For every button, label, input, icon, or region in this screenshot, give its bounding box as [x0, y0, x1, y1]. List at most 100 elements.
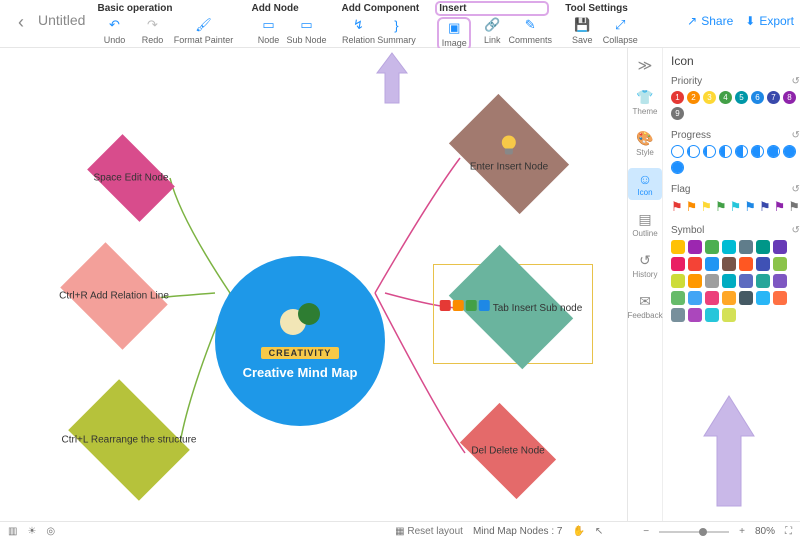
priority-2[interactable]: 2 [687, 91, 700, 104]
node-ctrl-l[interactable]: Ctrl+L Rearrange the structure [79, 404, 179, 476]
center-node[interactable]: CREATIVITY Creative Mind Map [215, 256, 385, 426]
node-enter[interactable]: Enter Insert Node [459, 119, 559, 189]
symbol-31[interactable] [722, 308, 736, 322]
reset-layout-button[interactable]: ▦ Reset layout [395, 526, 463, 537]
priority-5[interactable]: 5 [735, 91, 748, 104]
symbol-21[interactable] [671, 291, 685, 305]
priority-4[interactable]: 4 [719, 91, 732, 104]
node-space-edit[interactable]: Space Edit Node [94, 153, 168, 203]
symbol-26[interactable] [756, 291, 770, 305]
flag-8[interactable]: ⚑ [788, 199, 800, 215]
symbol-7[interactable] [671, 257, 685, 271]
zoom-in-button[interactable]: + [739, 526, 745, 537]
symbol-15[interactable] [688, 274, 702, 288]
rail-style[interactable]: 🎨Style [628, 127, 662, 160]
node-del[interactable]: Del Delete Node [468, 423, 548, 479]
progress-3[interactable] [719, 145, 732, 158]
symbol-6[interactable] [773, 240, 787, 254]
symbol-18[interactable] [739, 274, 753, 288]
symbol-10[interactable] [722, 257, 736, 271]
node-button[interactable]: ▭Node [251, 17, 285, 45]
node-tab[interactable]: Tab Insert Sub node [459, 271, 563, 343]
progress-reset[interactable]: ↺ [792, 130, 800, 141]
symbol-8[interactable] [688, 257, 702, 271]
symbol-30[interactable] [705, 308, 719, 322]
priority-6[interactable]: 6 [751, 91, 764, 104]
rail-outline[interactable]: ▤Outline [628, 208, 662, 241]
progress-7[interactable] [783, 145, 796, 158]
symbol-11[interactable] [739, 257, 753, 271]
zoom-slider[interactable] [659, 531, 729, 533]
priority-7[interactable]: 7 [767, 91, 780, 104]
flag-3[interactable]: ⚑ [715, 199, 727, 215]
symbol-19[interactable] [756, 274, 770, 288]
rail-collapse-panel[interactable]: ≫ [628, 54, 662, 78]
symbol-22[interactable] [688, 291, 702, 305]
symbol-5[interactable] [756, 240, 770, 254]
flag-0[interactable]: ⚑ [671, 199, 683, 215]
back-button[interactable]: ‹ [10, 0, 32, 45]
flag-reset[interactable]: ↺ [792, 184, 800, 195]
sb-layers-icon[interactable]: ▥ [8, 526, 17, 537]
format-painter-button[interactable]: 🖌Format Painter [173, 17, 233, 45]
priority-9[interactable]: 9 [671, 107, 684, 120]
rail-theme[interactable]: 👕Theme [628, 86, 662, 119]
priority-1[interactable]: 1 [671, 91, 684, 104]
symbol-29[interactable] [688, 308, 702, 322]
sb-sun-icon[interactable]: ☀ [27, 526, 36, 537]
flag-4[interactable]: ⚑ [730, 199, 742, 215]
symbol-0[interactable] [671, 240, 685, 254]
image-button[interactable]: ▣Image [437, 17, 471, 51]
progress-6[interactable] [767, 145, 780, 158]
node-ctrl-r[interactable]: Ctrl+R Add Relation Line [70, 264, 158, 328]
symbol-13[interactable] [773, 257, 787, 271]
progress-5[interactable] [751, 145, 764, 158]
progress-4[interactable] [735, 145, 748, 158]
symbol-24[interactable] [722, 291, 736, 305]
symbol-3[interactable] [722, 240, 736, 254]
rail-icon[interactable]: ☺Icon [628, 168, 662, 200]
symbol-2[interactable] [705, 240, 719, 254]
symbol-28[interactable] [671, 308, 685, 322]
symbol-20[interactable] [773, 274, 787, 288]
progress-0[interactable] [671, 145, 684, 158]
symbol-23[interactable] [705, 291, 719, 305]
progress-1[interactable] [687, 145, 700, 158]
cursor-tool-icon[interactable]: ↖ [595, 526, 603, 537]
relation-button[interactable]: ↯Relation [341, 17, 375, 45]
progress-2[interactable] [703, 145, 716, 158]
flag-2[interactable]: ⚑ [700, 199, 712, 215]
symbol-1[interactable] [688, 240, 702, 254]
symbol-12[interactable] [756, 257, 770, 271]
symbol-25[interactable] [739, 291, 753, 305]
symbol-16[interactable] [705, 274, 719, 288]
rail-history[interactable]: ↺History [628, 249, 662, 282]
priority-reset[interactable]: ↺ [792, 76, 800, 87]
flag-1[interactable]: ⚑ [686, 199, 698, 215]
rail-feedback[interactable]: ✉Feedback [628, 290, 662, 323]
flag-6[interactable]: ⚑ [759, 199, 771, 215]
flag-5[interactable]: ⚑ [744, 199, 756, 215]
sub-node-button[interactable]: ▭Sub Node [289, 17, 323, 45]
priority-3[interactable]: 3 [703, 91, 716, 104]
comments-button[interactable]: ✎Comments [513, 17, 547, 51]
sb-target-icon[interactable]: ◎ [46, 526, 55, 537]
zoom-out-button[interactable]: − [643, 526, 649, 537]
symbol-reset[interactable]: ↺ [792, 225, 800, 236]
symbol-9[interactable] [705, 257, 719, 271]
hand-tool-icon[interactable]: ✋ [572, 526, 584, 537]
undo-button[interactable]: ↶Undo [97, 17, 131, 45]
fullscreen-icon[interactable]: ⛶ [785, 526, 792, 537]
share-button[interactable]: ↗Share [687, 14, 733, 28]
redo-button[interactable]: ↷Redo [135, 17, 169, 45]
save-button[interactable]: 💾Save [565, 17, 599, 45]
summary-button[interactable]: }Summary [379, 17, 413, 45]
symbol-4[interactable] [739, 240, 753, 254]
export-button[interactable]: ⬇Export [745, 14, 794, 28]
priority-8[interactable]: 8 [783, 91, 796, 104]
collapse-button[interactable]: ⤢Collapse [603, 17, 637, 45]
symbol-14[interactable] [671, 274, 685, 288]
progress-8[interactable] [671, 161, 684, 174]
symbol-17[interactable] [722, 274, 736, 288]
link-button[interactable]: 🔗Link [475, 17, 509, 51]
